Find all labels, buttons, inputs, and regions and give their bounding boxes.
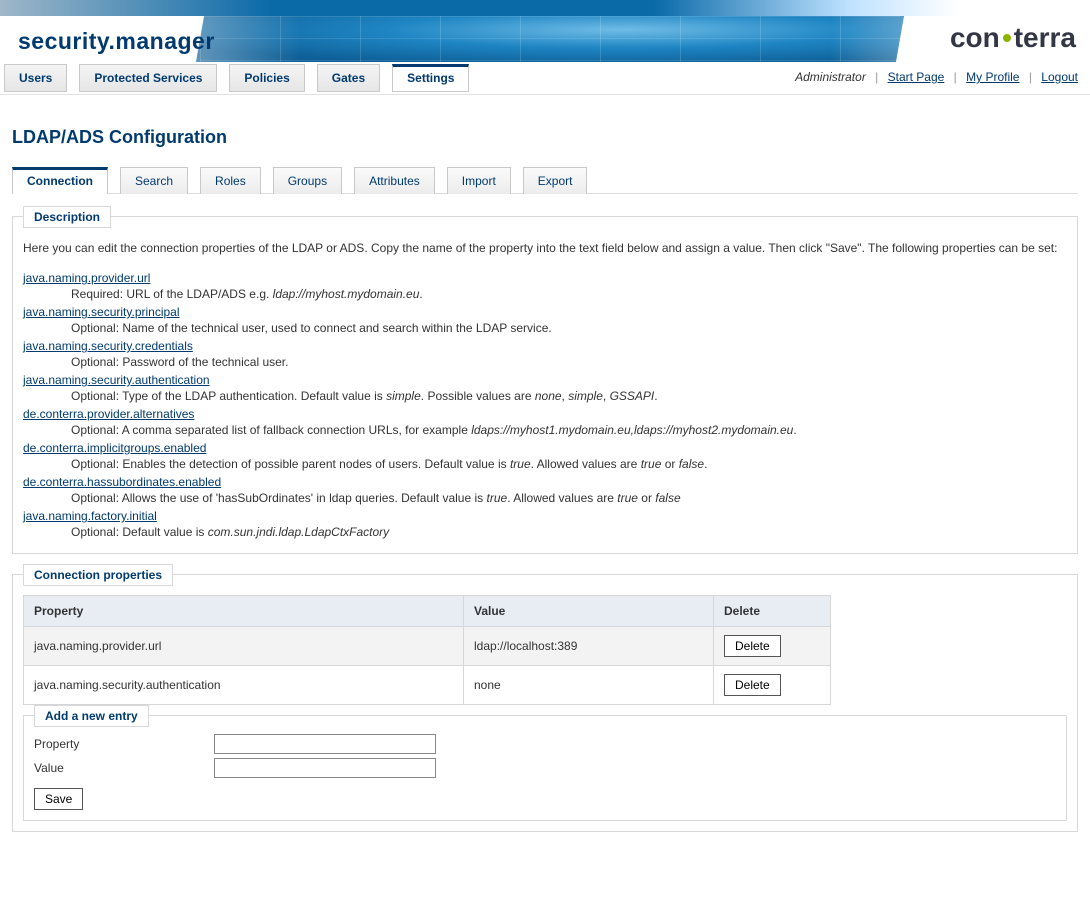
tab-gates[interactable]: Gates [317,64,380,92]
th-value: Value [464,596,714,627]
link-my-profile[interactable]: My Profile [966,70,1019,84]
label-property: Property [34,737,214,751]
brand-logo: conterra [950,22,1076,54]
subtab-export[interactable]: Export [523,167,588,194]
subtab-roles[interactable]: Roles [200,167,261,194]
property-key[interactable]: java.naming.security.credentials [23,339,1067,353]
current-username: Administrator [795,70,866,84]
header-banner: security.manager conterra [0,0,1090,62]
page-title: LDAP/ADS Configuration [12,127,1078,148]
delete-button[interactable]: Delete [724,674,781,696]
link-logout[interactable]: Logout [1041,70,1078,84]
connection-properties-legend: Connection properties [23,564,173,586]
input-property[interactable] [214,734,436,754]
input-value[interactable] [214,758,436,778]
label-value: Value [34,761,214,775]
add-entry-legend: Add a new entry [34,705,149,727]
top-bar: Users Protected Services Policies Gates … [0,62,1090,95]
tab-policies[interactable]: Policies [229,64,304,92]
subtab-attributes[interactable]: Attributes [354,167,435,194]
property-description: Optional: Name of the technical user, us… [71,321,1067,335]
page-content: LDAP/ADS Configuration Connection Search… [0,95,1090,872]
property-key[interactable]: java.naming.provider.url [23,271,1067,285]
tab-settings[interactable]: Settings [392,64,469,92]
cell-property: java.naming.provider.url [24,627,464,666]
main-tabs: Users Protected Services Policies Gates … [4,64,469,92]
tab-protected-services[interactable]: Protected Services [79,64,217,92]
property-key[interactable]: de.conterra.provider.alternatives [23,407,1067,421]
description-fieldset: Description Here you can edit the connec… [12,216,1078,554]
property-key[interactable]: de.conterra.implicitgroups.enabled [23,441,1067,455]
property-description: Required: URL of the LDAP/ADS e.g. ldap:… [71,287,1067,301]
cell-delete: Delete [714,666,831,705]
property-description: Optional: Password of the technical user… [71,355,1067,369]
description-intro: Here you can edit the connection propert… [23,239,1067,257]
property-doc-list: java.naming.provider.url Required: URL of… [23,271,1067,539]
cell-value: none [464,666,714,705]
subtab-connection[interactable]: Connection [12,167,108,194]
subtab-search[interactable]: Search [120,167,188,194]
property-description: Optional: Type of the LDAP authenticatio… [71,389,1067,403]
cell-property: java.naming.security.authentication [24,666,464,705]
property-key[interactable]: java.naming.security.principal [23,305,1067,319]
property-description: Optional: Allows the use of 'hasSubOrdin… [71,491,1067,505]
property-description: Optional: A comma separated list of fall… [71,423,1067,437]
delete-button[interactable]: Delete [724,635,781,657]
add-entry-fieldset: Add a new entry Property Value Save [23,715,1067,821]
connection-properties-table: Property Value Delete java.naming.provid… [23,595,831,705]
link-start-page[interactable]: Start Page [888,70,945,84]
subtab-groups[interactable]: Groups [273,167,342,194]
table-row: java.naming.provider.urlldap://localhost… [24,627,831,666]
app-title: security.manager [18,28,215,55]
sub-tabs: Connection Search Roles Groups Attribute… [12,166,1078,194]
cell-value: ldap://localhost:389 [464,627,714,666]
th-delete: Delete [714,596,831,627]
property-key[interactable]: java.naming.factory.initial [23,509,1067,523]
tab-users[interactable]: Users [4,64,67,92]
save-button[interactable]: Save [34,788,83,810]
property-description: Optional: Enables the detection of possi… [71,457,1067,471]
subtab-import[interactable]: Import [447,167,511,194]
property-key[interactable]: de.conterra.hassubordinates.enabled [23,475,1067,489]
th-property: Property [24,596,464,627]
property-key[interactable]: java.naming.security.authentication [23,373,1067,387]
cell-delete: Delete [714,627,831,666]
description-legend: Description [23,206,111,228]
logo-dot-icon [1003,34,1011,42]
table-row: java.naming.security.authenticationnone D… [24,666,831,705]
property-description: Optional: Default value is com.sun.jndi.… [71,525,1067,539]
connection-properties-fieldset: Connection properties Property Value Del… [12,574,1078,832]
user-links: Administrator | Start Page | My Profile … [795,70,1078,84]
